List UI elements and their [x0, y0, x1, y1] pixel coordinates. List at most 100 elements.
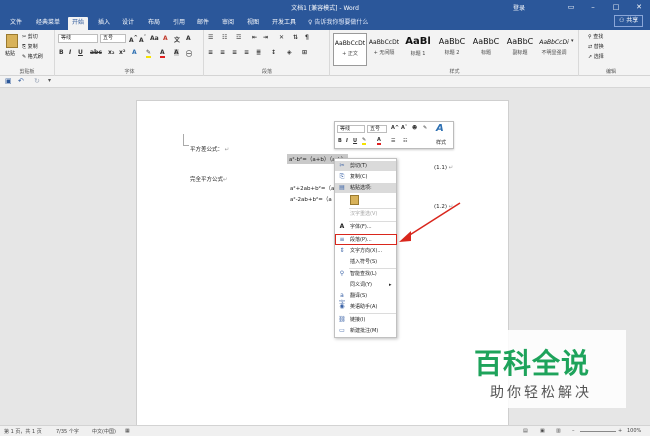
style-subtle-emphasis[interactable]: AaBbCcDi 不明显强调 — [537, 33, 571, 66]
tab-insert[interactable]: 插入 — [94, 17, 114, 30]
align-center-icon[interactable]: ≡ — [220, 49, 225, 56]
superscript-icon[interactable]: x² — [119, 49, 126, 56]
replace-button[interactable]: ⇄ 替换 — [588, 43, 604, 50]
italic-icon[interactable]: I — [69, 49, 71, 56]
style-no-spacing[interactable]: AaBbCcDt + 无间隔 — [367, 33, 401, 66]
tab-home[interactable]: 开始 — [68, 17, 89, 30]
word-count[interactable]: 7/35 个字 — [56, 428, 79, 435]
mini-shrink-font-icon[interactable]: Aˇ — [401, 125, 407, 131]
zoom-in-icon[interactable]: + — [618, 428, 622, 434]
mini-highlight-icon[interactable]: ✎ — [362, 137, 367, 145]
menu-item-translate[interactable]: a字 翻译(S) — [335, 291, 396, 307]
undo-icon[interactable]: ↶ — [18, 77, 24, 85]
menu-item-copy[interactable]: ⎘ 复制(C) — [335, 172, 396, 182]
sort-icon[interactable]: ⇅ — [293, 34, 298, 41]
mini-font-size[interactable]: 五号 — [367, 125, 387, 133]
paste-button[interactable]: 粘贴 — [5, 50, 15, 57]
tab-references[interactable]: 引用 — [169, 17, 189, 30]
style-heading-1[interactable]: AaBl 标题 1 — [401, 33, 435, 66]
numbering-icon[interactable]: ☷ — [222, 34, 227, 41]
tab-developer[interactable]: 开发工具 — [268, 17, 300, 30]
formula-b[interactable]: a²-2ab+b²=（a — [290, 195, 332, 203]
vertical-scrollbar[interactable] — [641, 88, 650, 425]
change-case-icon[interactable]: Aa — [150, 35, 159, 42]
phonetic-guide-icon[interactable]: 文 — [174, 35, 180, 44]
mini-numbering-icon[interactable]: ☷ — [403, 138, 407, 144]
zoom-level[interactable]: 100% — [627, 428, 641, 434]
find-button[interactable]: ⚲ 查找 — [588, 33, 603, 40]
style-subtitle[interactable]: AaBbC 副标题 — [503, 33, 537, 66]
increase-indent-icon[interactable]: ⇥ — [263, 34, 268, 41]
subscript-icon[interactable]: x₂ — [108, 49, 115, 56]
tab-view[interactable]: 视图 — [243, 17, 263, 30]
tell-me-box[interactable]: ♀ 告诉我你想要做什么 — [308, 17, 368, 26]
format-painter-button[interactable]: ✎ 格式刷 — [22, 53, 43, 60]
paste-icon[interactable] — [6, 34, 18, 48]
redo-icon[interactable]: ↻ — [34, 77, 40, 85]
tab-design[interactable]: 设计 — [118, 17, 138, 30]
clear-format-icon[interactable]: A — [163, 35, 168, 42]
menu-item-reconvert[interactable]: 汉字重选(V) — [335, 209, 396, 219]
styles-more-icon[interactable]: ▾ — [571, 38, 574, 44]
print-layout-icon[interactable]: ▣ — [540, 428, 545, 434]
read-mode-icon[interactable]: ▤ — [523, 428, 528, 434]
style-title[interactable]: AaBbC 标题 — [469, 33, 503, 66]
macro-icon[interactable]: ▦ — [125, 428, 130, 434]
multilevel-list-icon[interactable]: ☲ — [236, 34, 241, 41]
mini-style-icon[interactable]: ☻ — [412, 125, 417, 131]
mini-bullets-icon[interactable]: ☰ — [391, 138, 395, 144]
mini-bold-icon[interactable]: B — [338, 138, 342, 144]
mini-font-name[interactable]: 等线 — [337, 125, 365, 133]
menu-item-new-comment[interactable]: ▭ 新建批注(M) — [335, 326, 396, 336]
mini-styles-label[interactable]: 样式 — [436, 139, 446, 146]
menu-item-text-direction[interactable]: ⇕ 文字方向(X)... — [335, 246, 396, 256]
share-button[interactable]: ⚇ 共享 — [614, 15, 644, 27]
grow-font-icon[interactable]: A^ — [129, 35, 138, 44]
copy-button[interactable]: ⎘ 复制 — [22, 43, 38, 50]
login-link[interactable]: 登录 — [513, 3, 525, 12]
show-marks-icon[interactable]: ¶ — [305, 34, 309, 41]
enclose-char-icon[interactable]: ㊀ — [186, 49, 192, 58]
web-layout-icon[interactable]: ▥ — [556, 428, 561, 434]
menu-item-link[interactable]: ⛓ 链接(I) — [335, 315, 396, 325]
font-name-combo[interactable]: 等线 — [58, 34, 98, 43]
highlight-icon[interactable]: ✎ — [146, 49, 152, 58]
menu-item-insert-symbol[interactable]: 插入符号(S) — [335, 257, 396, 267]
menu-item-smart-lookup[interactable]: ⚲ 智能查找(L) — [335, 269, 396, 279]
mini-underline-icon[interactable]: U — [353, 138, 357, 144]
mini-format-painter-icon[interactable]: ✎ — [423, 125, 427, 131]
decrease-indent-icon[interactable]: ⇤ — [252, 34, 257, 41]
style-heading-2[interactable]: AaBbC 标题 2 — [435, 33, 469, 66]
language-status[interactable]: 中文(中国) — [92, 428, 116, 435]
tab-classic-menu[interactable]: 经典菜单 — [32, 17, 64, 30]
shrink-font-icon[interactable]: Aˇ — [139, 35, 146, 44]
align-right-icon[interactable]: ≡ — [232, 49, 237, 56]
select-button[interactable]: ➚ 选择 — [588, 53, 604, 60]
font-size-combo[interactable]: 五号 — [100, 34, 126, 43]
text-effects-icon[interactable]: A — [132, 49, 137, 56]
save-icon[interactable]: ▣ — [5, 77, 12, 85]
menu-item-font[interactable]: A 字体(F)... — [335, 222, 396, 232]
tab-mailings[interactable]: 邮件 — [193, 17, 213, 30]
mini-grow-font-icon[interactable]: A^ — [391, 125, 399, 131]
underline-icon[interactable]: U — [78, 49, 83, 56]
strikethrough-icon[interactable]: abc — [90, 49, 102, 56]
ribbon-display-options-button[interactable]: ▭ — [566, 2, 576, 12]
tab-file[interactable]: 文件 — [6, 17, 26, 30]
close-button[interactable]: ✕ — [634, 2, 644, 12]
mini-styles-icon[interactable]: A — [436, 123, 444, 134]
formula-a[interactable]: a²+2ab+b²=（a — [290, 184, 334, 192]
menu-item-english-assistant[interactable]: ◉ 英语助手(A) — [335, 302, 396, 312]
style-normal[interactable]: AaBbCcDt + 正文 — [333, 33, 367, 66]
zoom-out-icon[interactable]: – — [572, 428, 575, 434]
menu-item-cut[interactable]: ✂ 剪切(T) — [335, 161, 396, 171]
minimize-button[interactable]: – — [588, 2, 598, 12]
tab-layout[interactable]: 布局 — [144, 17, 164, 30]
customize-qat-icon[interactable]: ▾ — [48, 77, 51, 84]
chinese-layout-icon[interactable]: ✕ — [279, 34, 284, 41]
line-spacing-icon[interactable]: ↕ — [271, 49, 276, 56]
borders-icon[interactable]: ⊞ — [302, 49, 307, 56]
paste-keep-icon[interactable] — [350, 195, 359, 205]
align-left-icon[interactable]: ≡ — [208, 49, 213, 56]
char-shading-icon[interactable]: A — [174, 49, 179, 56]
